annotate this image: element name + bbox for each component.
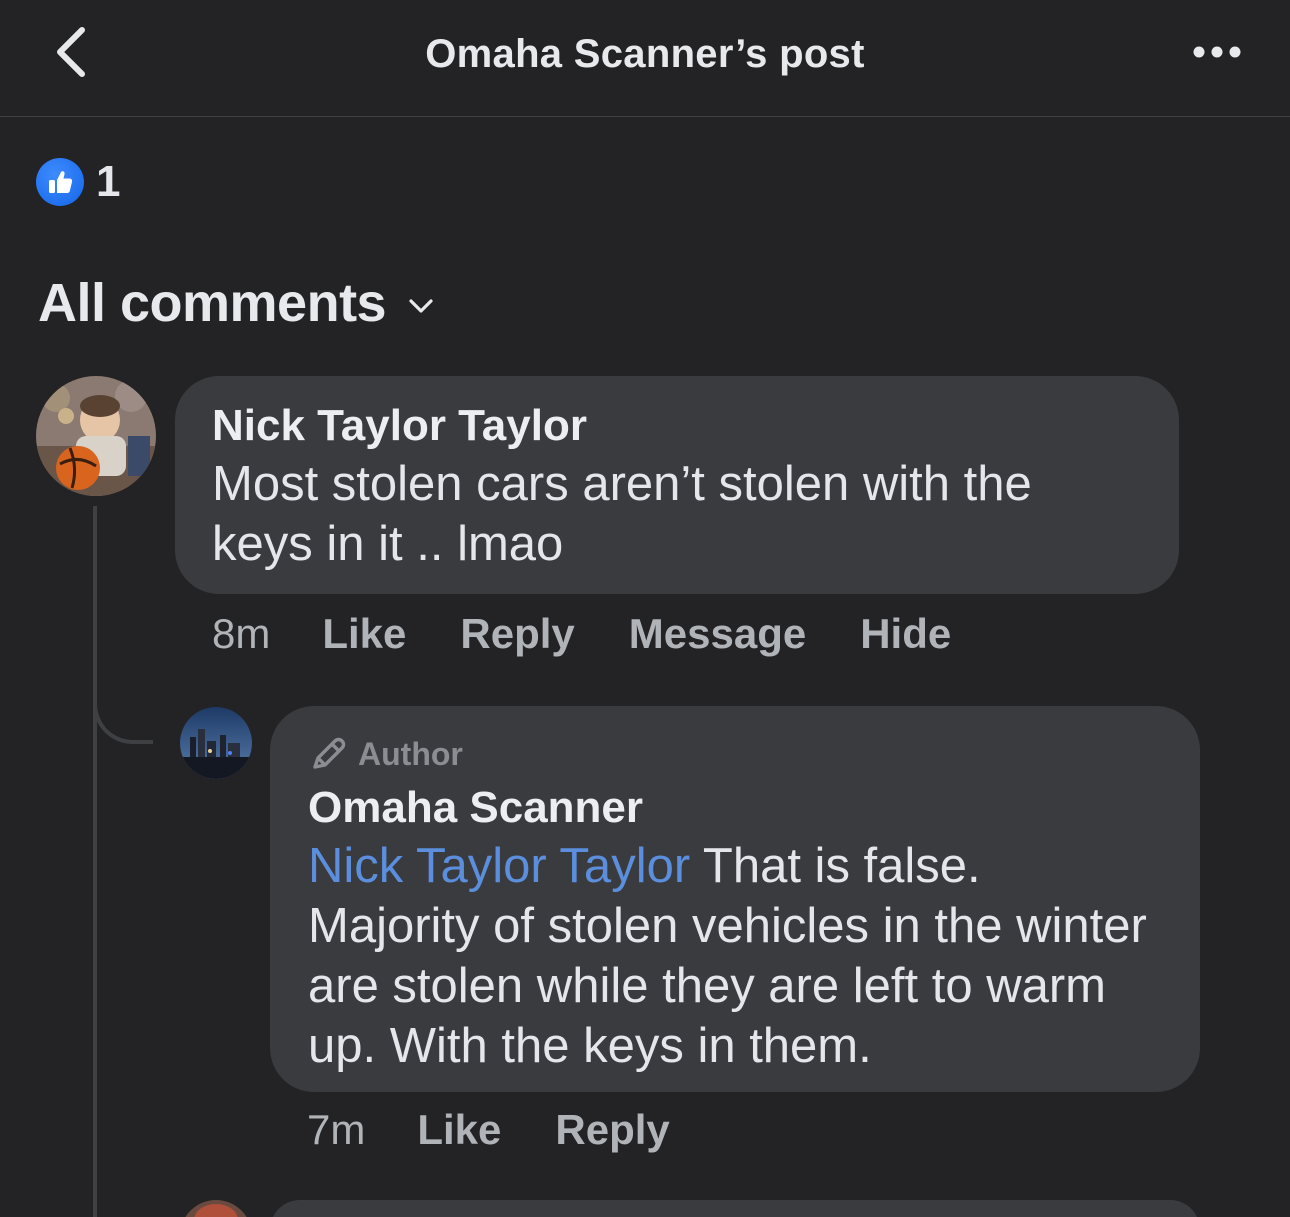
avatar[interactable] [180,1200,252,1217]
reply-connector [93,690,153,744]
pencil-icon [313,737,346,769]
message-button[interactable]: Message [629,610,806,658]
comment-author-name[interactable]: Nick Taylor Taylor [212,400,1143,452]
reaction-count: 1 [96,157,121,206]
hide-button[interactable]: Hide [860,610,951,658]
reply-button[interactable]: Reply [555,1106,669,1154]
comments-filter-label: All comments [38,273,387,333]
comment-bubble[interactable]: Nick Taylor Taylor Most stolen cars aren… [175,376,1179,594]
reaction-summary[interactable]: 1 [36,157,120,207]
more-horizontal-icon [1193,46,1241,58]
like-button[interactable]: Like [417,1106,501,1154]
reply-actions: 7m Like Reply [307,1106,724,1154]
top-bar: Omaha Scanner’s post [0,0,1290,117]
post-page: Omaha Scanner’s post 1 All comments Nick… [0,0,1290,1217]
author-badge-label: Author [358,735,463,772]
comment-text: Most stolen cars aren’t stolen with the … [212,457,1032,571]
reply-timestamp[interactable]: 7m [307,1106,365,1154]
author-badge: Author [308,734,1164,774]
comment-actions: 8m Like Reply Message Hide [212,610,1005,658]
avatar[interactable] [180,707,252,779]
thread-line [93,506,97,1217]
reply-bubble[interactable] [270,1200,1200,1217]
avatar[interactable] [36,376,156,496]
reply-bubble[interactable]: Author Omaha Scanner Nick Taylor Taylor … [270,706,1200,1092]
like-button[interactable]: Like [322,610,406,658]
comment-timestamp[interactable]: 8m [212,610,270,658]
chevron-down-icon [409,299,433,313]
mention-link[interactable]: Nick Taylor Taylor [308,839,690,893]
comments-filter-dropdown[interactable]: All comments [38,272,434,334]
reply-author-name[interactable]: Omaha Scanner [308,782,1164,834]
like-reaction-icon [36,158,84,206]
more-options-button[interactable] [1190,40,1246,64]
reply-button[interactable]: Reply [460,610,574,658]
reply-text: Nick Taylor Taylor That is false. Majori… [308,836,1164,1076]
page-title: Omaha Scanner’s post [425,32,865,76]
